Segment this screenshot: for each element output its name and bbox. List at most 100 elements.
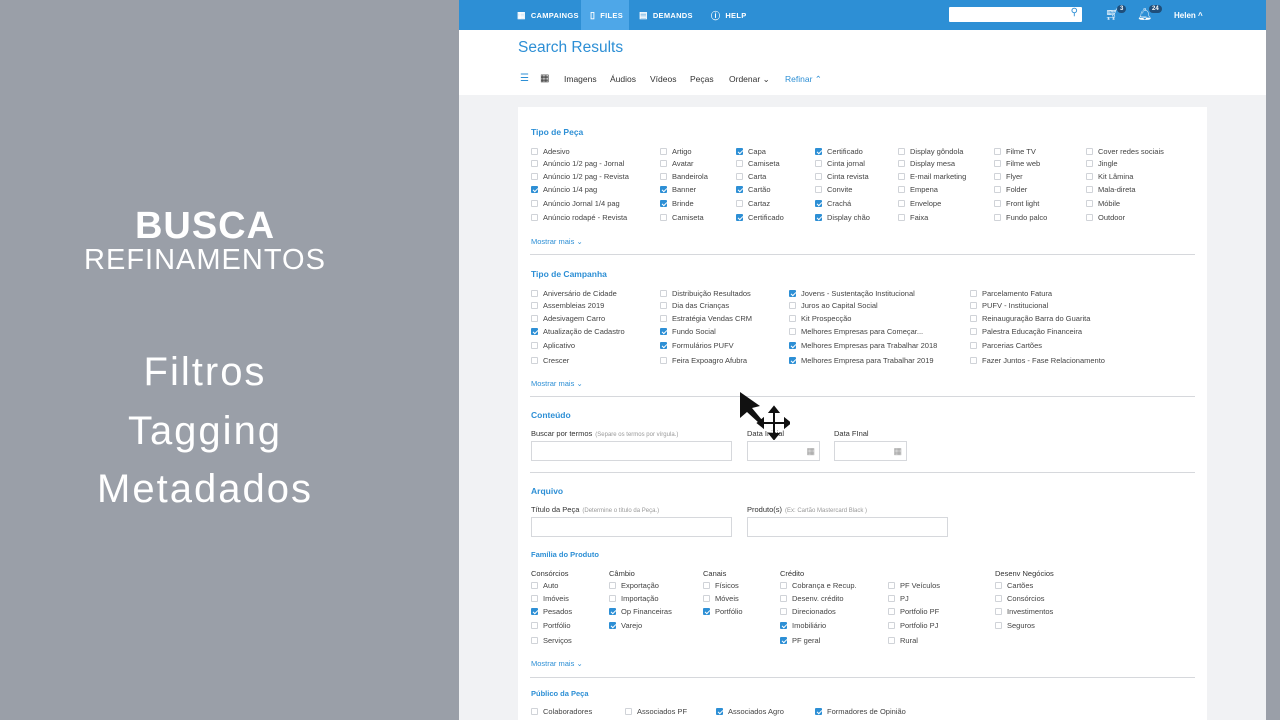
checkbox-familia[interactable]: Portfólio bbox=[531, 621, 571, 630]
checkbox[interactable] bbox=[531, 608, 538, 615]
checkbox-tipo-campanha[interactable]: Formulários PUFV bbox=[660, 341, 734, 350]
checkbox-tipo-peca[interactable]: Crachá bbox=[815, 199, 851, 208]
checkbox[interactable] bbox=[898, 214, 905, 221]
checkbox-tipo-peca[interactable]: Front light bbox=[994, 199, 1039, 208]
checkbox-tipo-peca[interactable]: Kit Lâmina bbox=[1086, 172, 1133, 181]
checkbox-publico[interactable]: Associados PF bbox=[625, 707, 687, 716]
checkbox[interactable] bbox=[994, 214, 1001, 221]
checkbox[interactable] bbox=[970, 357, 977, 364]
checkbox[interactable] bbox=[531, 173, 538, 180]
checkbox-familia[interactable]: Imobiliário bbox=[780, 621, 826, 630]
checkbox-familia[interactable]: Investimentos bbox=[995, 607, 1053, 616]
checkbox[interactable] bbox=[1086, 148, 1093, 155]
checkbox[interactable] bbox=[815, 173, 822, 180]
checkbox[interactable] bbox=[660, 302, 667, 309]
checkbox-tipo-peca[interactable]: Display chão bbox=[815, 213, 870, 222]
checkbox-tipo-peca[interactable]: Capa bbox=[736, 147, 766, 156]
checkbox-familia[interactable]: Consórcios bbox=[995, 594, 1045, 603]
checkbox-publico[interactable]: Formadores de Opinião bbox=[815, 707, 906, 716]
checkbox[interactable] bbox=[660, 328, 667, 335]
checkbox-familia[interactable]: PF Veículos bbox=[888, 581, 940, 590]
checkbox-tipo-peca[interactable]: Camiseta bbox=[736, 159, 780, 168]
nav-help[interactable]: ⓘ HELP bbox=[711, 0, 747, 30]
checkbox-familia[interactable]: Cobrança e Recup. bbox=[780, 581, 857, 590]
filter-pecas[interactable]: Peças bbox=[690, 74, 714, 84]
checkbox-tipo-campanha[interactable]: Parcerias Cartões bbox=[970, 341, 1042, 350]
checkbox-familia[interactable]: Físicos bbox=[703, 581, 739, 590]
checkbox-tipo-peca[interactable]: Filme TV bbox=[994, 147, 1036, 156]
checkbox-tipo-peca[interactable]: Cover redes sociais bbox=[1086, 147, 1164, 156]
checkbox[interactable] bbox=[736, 173, 743, 180]
checkbox[interactable] bbox=[660, 200, 667, 207]
checkbox-tipo-peca[interactable]: Cinta revista bbox=[815, 172, 869, 181]
checkbox-familia[interactable]: Serviços bbox=[531, 636, 572, 645]
checkbox-tipo-campanha[interactable]: Kit Prospecção bbox=[789, 314, 851, 323]
checkbox-tipo-peca[interactable]: Anúncio 1/2 pag - Revista bbox=[531, 172, 629, 181]
checkbox-tipo-campanha[interactable]: Estratégia Vendas CRM bbox=[660, 314, 752, 323]
checkbox-familia[interactable]: Portfolio PJ bbox=[888, 621, 938, 630]
checkbox[interactable] bbox=[703, 608, 710, 615]
checkbox-tipo-peca[interactable]: Filme web bbox=[994, 159, 1040, 168]
filter-videos[interactable]: Vídeos bbox=[650, 74, 676, 84]
buscar-input[interactable] bbox=[531, 441, 732, 461]
checkbox-tipo-peca[interactable]: Cinta jornal bbox=[815, 159, 865, 168]
filter-images[interactable]: Imagens bbox=[564, 74, 597, 84]
checkbox[interactable] bbox=[995, 622, 1002, 629]
checkbox[interactable] bbox=[995, 608, 1002, 615]
checkbox[interactable] bbox=[994, 160, 1001, 167]
checkbox[interactable] bbox=[994, 173, 1001, 180]
checkbox-tipo-campanha[interactable]: Crescer bbox=[531, 356, 569, 365]
checkbox[interactable] bbox=[531, 290, 538, 297]
checkbox-tipo-peca[interactable]: Carta bbox=[736, 172, 766, 181]
checkbox[interactable] bbox=[736, 160, 743, 167]
checkbox[interactable] bbox=[888, 622, 895, 629]
checkbox-tipo-peca[interactable]: Banner bbox=[660, 185, 696, 194]
checkbox[interactable] bbox=[789, 315, 796, 322]
checkbox[interactable] bbox=[736, 148, 743, 155]
list-view-icon[interactable]: ☰ bbox=[520, 73, 529, 84]
checkbox[interactable] bbox=[531, 302, 538, 309]
checkbox[interactable] bbox=[970, 342, 977, 349]
checkbox[interactable] bbox=[898, 160, 905, 167]
checkbox-tipo-peca[interactable]: Folder bbox=[994, 185, 1027, 194]
sort-dropdown[interactable]: Ordenar ⌄ bbox=[729, 74, 770, 85]
checkbox-tipo-peca[interactable]: Anúncio rodapé - Revista bbox=[531, 213, 627, 222]
checkbox-tipo-peca[interactable]: Anúncio 1/2 pag - Jornal bbox=[531, 159, 624, 168]
checkbox-familia[interactable]: Direcionados bbox=[780, 607, 836, 616]
checkbox-tipo-peca[interactable]: Mala-direta bbox=[1086, 185, 1136, 194]
checkbox[interactable] bbox=[994, 148, 1001, 155]
checkbox[interactable] bbox=[994, 200, 1001, 207]
checkbox-publico[interactable]: Associados Agro bbox=[716, 707, 784, 716]
checkbox[interactable] bbox=[1086, 173, 1093, 180]
checkbox[interactable] bbox=[789, 290, 796, 297]
checkbox[interactable] bbox=[531, 214, 538, 221]
checkbox[interactable] bbox=[531, 595, 538, 602]
checkbox-familia[interactable]: PJ bbox=[888, 594, 909, 603]
checkbox[interactable] bbox=[780, 608, 787, 615]
checkbox-familia[interactable]: Móveis bbox=[703, 594, 739, 603]
checkbox[interactable] bbox=[531, 708, 538, 715]
checkbox[interactable] bbox=[703, 582, 710, 589]
checkbox-tipo-campanha[interactable]: Fundo Social bbox=[660, 327, 716, 336]
checkbox[interactable] bbox=[815, 200, 822, 207]
checkbox[interactable] bbox=[660, 160, 667, 167]
checkbox-familia[interactable]: Exportação bbox=[609, 581, 659, 590]
checkbox[interactable] bbox=[660, 173, 667, 180]
checkbox[interactable] bbox=[716, 708, 723, 715]
checkbox-tipo-campanha[interactable]: Dia das Crianças bbox=[660, 301, 729, 310]
checkbox[interactable] bbox=[736, 200, 743, 207]
checkbox[interactable] bbox=[815, 160, 822, 167]
checkbox[interactable] bbox=[531, 328, 538, 335]
titulo-input[interactable] bbox=[531, 517, 732, 537]
search-input[interactable]: ⚲ bbox=[949, 7, 1082, 22]
checkbox[interactable] bbox=[789, 302, 796, 309]
checkbox[interactable] bbox=[780, 622, 787, 629]
checkbox[interactable] bbox=[609, 595, 616, 602]
notifications-button[interactable]: 🔔︎ 24 bbox=[1137, 5, 1162, 21]
checkbox-tipo-peca[interactable]: Anúncio Jornal 1/4 pag bbox=[531, 199, 620, 208]
checkbox-tipo-peca[interactable]: Cartaz bbox=[736, 199, 770, 208]
checkbox[interactable] bbox=[531, 342, 538, 349]
checkbox[interactable] bbox=[780, 582, 787, 589]
checkbox[interactable] bbox=[970, 290, 977, 297]
checkbox[interactable] bbox=[1086, 160, 1093, 167]
